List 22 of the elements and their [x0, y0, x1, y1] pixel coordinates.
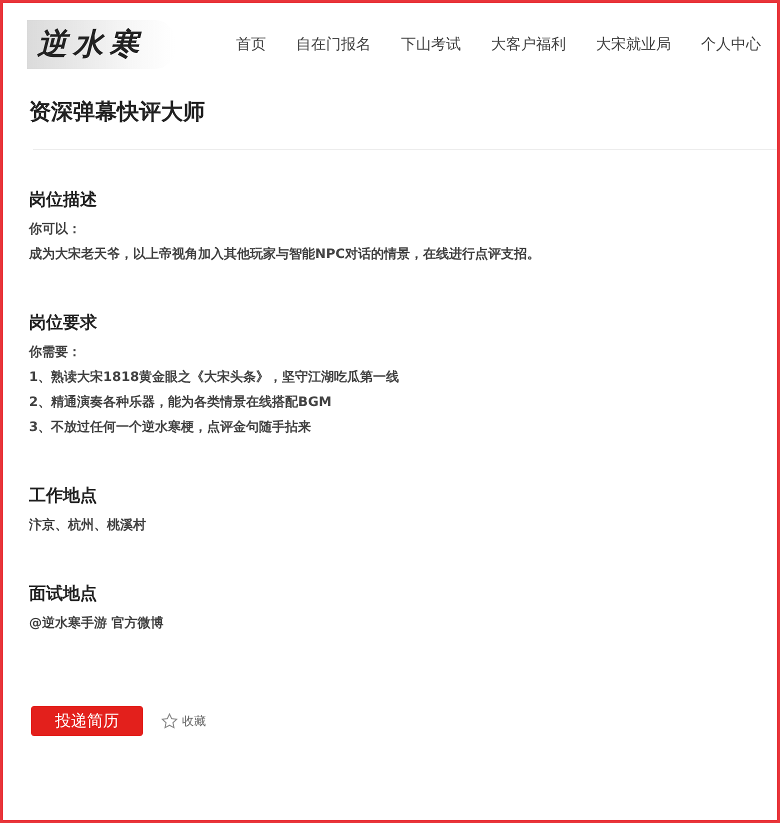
nav-link[interactable]: 下山考试: [401, 34, 461, 54]
section-text: 你可以：: [29, 221, 82, 239]
favorite-button[interactable]: 收藏: [161, 712, 206, 730]
section-text: @逆水寒手游 官方微博: [29, 614, 165, 633]
nav-link[interactable]: 大宋就业局: [596, 34, 671, 54]
star-icon: [161, 713, 178, 729]
section-heading: 岗位描述: [29, 189, 98, 211]
job-title: 资深弹幕快评大师: [29, 99, 206, 127]
section-text: 1、熟读大宋1818黄金眼之《大宋头条》，坚守江湖吃瓜第一线: [29, 368, 400, 387]
section-text: 你需要：: [29, 344, 82, 362]
nav-link[interactable]: 自在门报名: [296, 34, 371, 54]
section-text: 成为大宋老天爷，以上帝视角加入其他玩家与智能NPC对话的情景，在线进行点评支招。: [29, 246, 541, 264]
section-text: 3、不放过任何一个逆水寒梗，点评金句随手拈来: [29, 418, 312, 437]
section-heading: 面试地点: [29, 583, 98, 605]
section-text: 汴京、杭州、桃溪村: [29, 516, 147, 535]
section-heading: 工作地点: [29, 485, 98, 507]
section-text: 2、精通演奏各种乐器，能为各类情景在线搭配BGM: [29, 394, 333, 412]
section-heading: 岗位要求: [29, 312, 98, 334]
apply-button[interactable]: 投递简历: [31, 706, 143, 736]
nav-link[interactable]: 大客户福利: [491, 34, 566, 54]
nav-link[interactable]: 个人中心: [701, 34, 761, 54]
nav-link[interactable]: 首页: [236, 34, 266, 54]
